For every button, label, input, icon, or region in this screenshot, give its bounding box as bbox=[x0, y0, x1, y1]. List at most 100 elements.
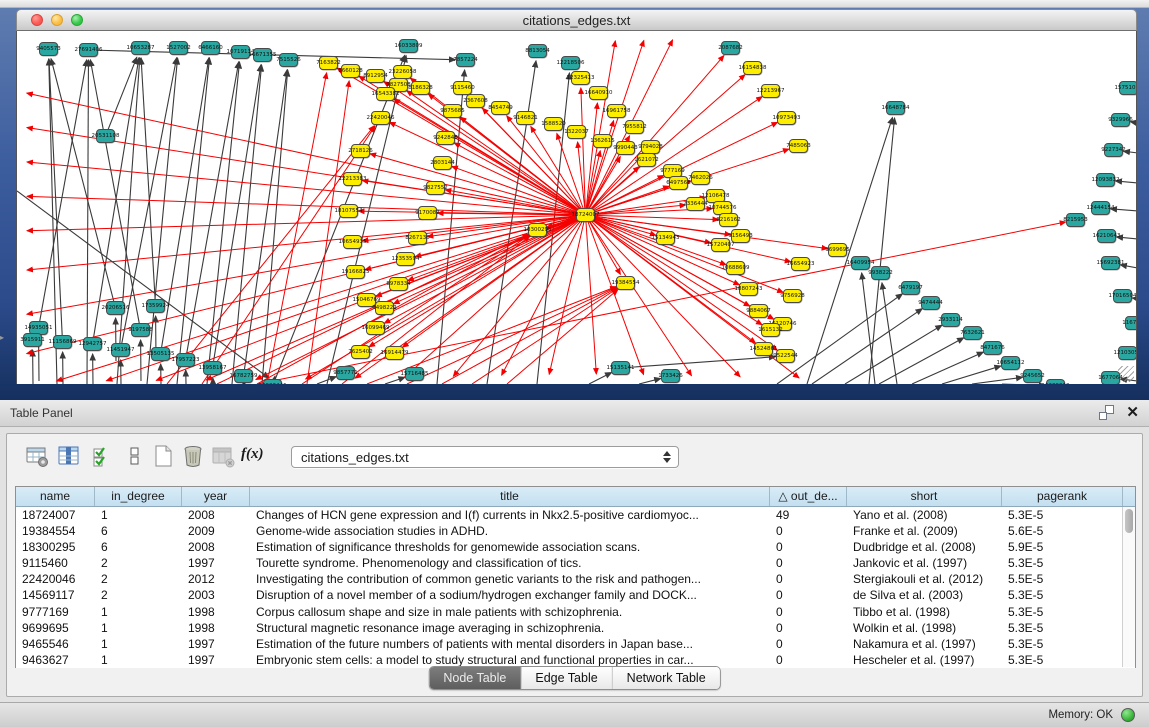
graph-node[interactable]: 17359924 bbox=[146, 299, 165, 313]
graph-node[interactable]: 12218506 bbox=[561, 56, 580, 70]
graph-node[interactable]: 18300295 bbox=[528, 223, 547, 237]
graph-node[interactable]: 16671355 bbox=[253, 48, 272, 62]
graph-node[interactable]: 12325413 bbox=[571, 71, 590, 85]
column-header[interactable]: △ out_de... bbox=[770, 487, 847, 506]
graph-edge[interactable] bbox=[862, 273, 875, 384]
graph-edge[interactable] bbox=[404, 215, 585, 377]
graph-edge[interactable] bbox=[167, 126, 374, 384]
graph-node[interactable]: 8912954 bbox=[366, 69, 385, 83]
graph-node[interactable]: 17016504 bbox=[1113, 289, 1132, 303]
graph-node[interactable]: 9990443 bbox=[616, 141, 635, 155]
graph-node[interactable]: 8216162 bbox=[719, 213, 738, 227]
graph-node[interactable]: 18107554 bbox=[339, 204, 358, 218]
graph-node[interactable]: 16654923 bbox=[791, 257, 810, 271]
column-header[interactable]: pagerank bbox=[1002, 487, 1123, 506]
scrollbar-thumb[interactable] bbox=[1125, 509, 1133, 533]
column-header[interactable]: short bbox=[847, 487, 1002, 506]
graph-node[interactable]: 20531108 bbox=[96, 129, 115, 143]
graph-node[interactable]: 16239013 bbox=[1046, 379, 1065, 384]
graph-node[interactable]: 18807243 bbox=[739, 282, 758, 296]
tab-network-table[interactable]: Network Table bbox=[613, 667, 720, 689]
graph-node[interactable]: 9156493 bbox=[731, 229, 750, 243]
graph-node[interactable]: 7515526 bbox=[279, 53, 298, 67]
table-row[interactable]: 911546021997Tourette syndrome. Phenomeno… bbox=[16, 555, 1135, 571]
graph-edge[interactable] bbox=[912, 352, 983, 384]
table-row[interactable]: 2242004622012Investigating the contribut… bbox=[16, 571, 1135, 587]
graph-node[interactable]: 9827552 bbox=[426, 181, 445, 195]
graph-edge[interactable] bbox=[442, 288, 617, 384]
graph-node[interactable]: 2803144 bbox=[433, 156, 452, 170]
graph-edge[interactable] bbox=[621, 357, 776, 368]
graph-edge[interactable] bbox=[147, 58, 178, 384]
graph-edge[interactable] bbox=[882, 283, 897, 384]
graph-node[interactable]: 20206516 bbox=[106, 301, 125, 315]
graph-node[interactable]: 7625402 bbox=[351, 345, 370, 359]
network-view-canvas[interactable]: 9405573276914061065328715270026466160107… bbox=[16, 31, 1137, 384]
graph-node[interactable]: 10973493 bbox=[777, 111, 796, 125]
graph-node[interactable]: 9405573 bbox=[39, 42, 58, 56]
graph-node[interactable]: 1167551 bbox=[1125, 316, 1137, 330]
close-window-icon[interactable] bbox=[31, 14, 43, 26]
select-column-icon[interactable] bbox=[57, 444, 81, 468]
graph-edge[interactable] bbox=[213, 65, 261, 368]
graph-node[interactable]: 9197588 bbox=[131, 323, 150, 337]
graph-node[interactable]: 9498222 bbox=[375, 301, 394, 315]
graph-node[interactable]: 11156869 bbox=[53, 335, 72, 349]
graph-node[interactable]: 1527002 bbox=[169, 41, 188, 55]
graph-node[interactable]: 1615132 bbox=[761, 323, 780, 337]
table-select-combobox[interactable]: citations_edges.txt bbox=[291, 446, 679, 468]
graph-node[interactable]: 10654935 bbox=[343, 235, 362, 249]
graph-node[interactable]: 16033809 bbox=[399, 39, 418, 53]
graph-node[interactable]: 12093832 bbox=[1096, 173, 1115, 187]
graph-node[interactable]: 1621072 bbox=[637, 153, 656, 167]
graph-node[interactable]: 8267130 bbox=[408, 231, 427, 245]
graph-node[interactable]: 8813054 bbox=[528, 44, 547, 58]
graph-node[interactable]: 9522544 bbox=[776, 349, 795, 363]
graph-node[interactable]: 16782759 bbox=[234, 369, 253, 383]
graph-edge[interactable] bbox=[57, 215, 586, 381]
table-scrollbar[interactable] bbox=[1122, 507, 1135, 667]
graph-node[interactable]: 1588520 bbox=[544, 117, 563, 131]
graph-node[interactable]: 7955812 bbox=[625, 120, 644, 134]
graph-node[interactable]: 9170087 bbox=[418, 206, 437, 220]
graph-node[interactable]: 12103054 bbox=[1118, 346, 1137, 360]
graph-node[interactable]: 16099469 bbox=[366, 321, 385, 335]
graph-node[interactable]: 2718126 bbox=[351, 144, 370, 158]
graph-edge[interactable] bbox=[507, 289, 618, 384]
graph-node[interactable]: 12353594 bbox=[396, 252, 415, 266]
graph-edge[interactable] bbox=[27, 162, 586, 215]
graph-node[interactable]: 9146821 bbox=[516, 111, 535, 125]
graph-node[interactable]: 15720407 bbox=[711, 238, 730, 252]
graph-edge[interactable] bbox=[244, 70, 288, 376]
graph-edge[interactable] bbox=[549, 215, 585, 374]
graph-node[interactable]: 16210643 bbox=[1097, 229, 1116, 243]
graph-node[interactable]: 12444154 bbox=[1091, 201, 1110, 215]
graph-node[interactable]: 16961758 bbox=[607, 104, 626, 118]
graph-node[interactable]: 9699695 bbox=[828, 243, 847, 257]
graph-node[interactable]: 10653287 bbox=[131, 41, 150, 55]
column-header[interactable]: in_degree bbox=[95, 487, 182, 506]
graph-node[interactable]: 13958167 bbox=[203, 361, 222, 375]
graph-node[interactable]: 8186328 bbox=[411, 81, 430, 95]
table-settings-icon[interactable] bbox=[25, 444, 49, 468]
graph-node[interactable]: 1322037 bbox=[567, 125, 586, 139]
graph-edge[interactable] bbox=[586, 151, 601, 215]
graph-node[interactable]: 13505135 bbox=[151, 347, 170, 361]
close-panel-icon[interactable]: ✕ bbox=[1126, 405, 1139, 420]
graph-edge[interactable] bbox=[307, 81, 349, 384]
graph-node[interactable]: 7857224 bbox=[456, 53, 475, 67]
graph-node[interactable]: 16154838 bbox=[743, 61, 762, 75]
graph-node[interactable]: 10688609 bbox=[726, 261, 745, 275]
tab-edge-table[interactable]: Edge Table bbox=[521, 667, 612, 689]
graph-edge[interactable] bbox=[589, 373, 612, 384]
graph-node[interactable]: 15716485 bbox=[405, 367, 424, 381]
graph-node[interactable]: 16640910 bbox=[589, 86, 608, 100]
select-all-checkboxes-icon[interactable] bbox=[91, 444, 115, 468]
row-height-icon[interactable] bbox=[123, 444, 147, 468]
graph-node[interactable]: 2367608 bbox=[466, 94, 485, 108]
graph-node[interactable]: 9938222 bbox=[871, 266, 890, 280]
graph-node[interactable]: 23226058 bbox=[393, 65, 412, 79]
new-document-icon[interactable] bbox=[151, 444, 175, 468]
graph-node[interactable]: 16409954 bbox=[851, 256, 870, 270]
graph-node[interactable]: 9329966 bbox=[1111, 113, 1130, 127]
